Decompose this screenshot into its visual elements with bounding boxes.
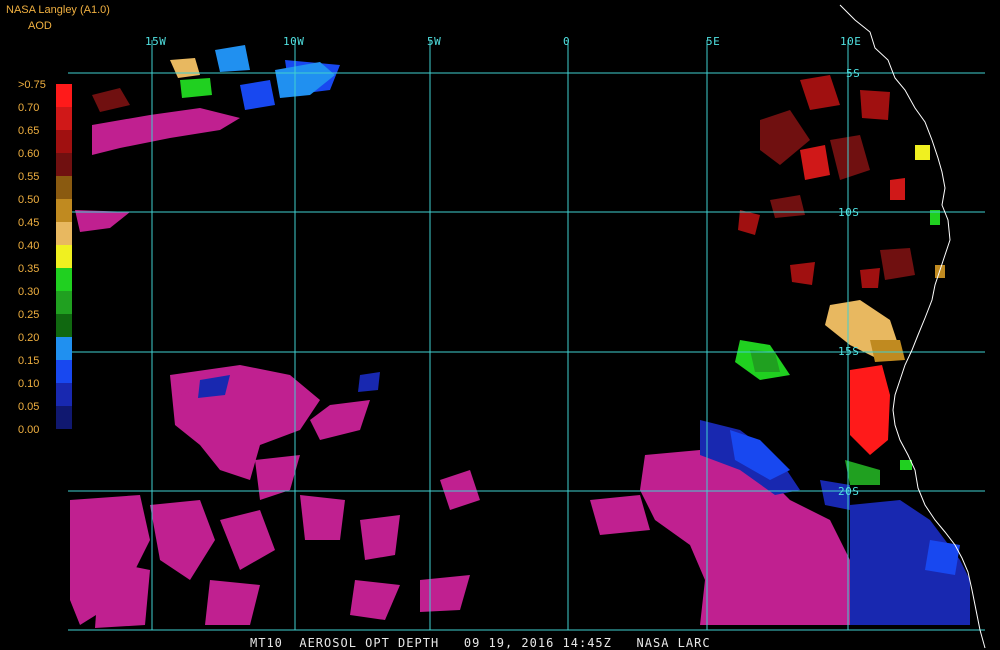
legend-label: >0.75 [18, 79, 46, 91]
legend-swatch [56, 337, 72, 360]
longitude-label: 10W [283, 35, 305, 48]
legend-label: 0.50 [18, 194, 40, 206]
legend-swatch [56, 84, 72, 107]
legend-swatch [56, 360, 72, 383]
aod-map [0, 0, 1000, 650]
legend-swatch [56, 245, 72, 268]
legend-label: 0.60 [18, 148, 40, 160]
legend-label: 0.10 [18, 378, 40, 390]
longitude-label: 0 [563, 35, 571, 48]
legend-label: 0.70 [18, 102, 40, 114]
legend-label: 0.25 [18, 309, 40, 321]
legend-swatch [56, 268, 72, 291]
longitude-label: 5W [427, 35, 442, 48]
longitude-label: 10E [840, 35, 862, 48]
legend-swatch [56, 176, 72, 199]
longitude-label: 5E [706, 35, 721, 48]
legend-swatch [56, 314, 72, 337]
latitude-label: 15S [838, 345, 860, 358]
legend-label: 0.30 [18, 286, 40, 298]
legend-label: 0.65 [18, 125, 40, 137]
legend-swatch [56, 153, 72, 176]
latitude-label: 10S [838, 206, 860, 219]
header-product: AOD [28, 20, 52, 32]
legend-swatch [56, 291, 72, 314]
legend-label: 0.40 [18, 240, 40, 252]
legend-swatch [56, 199, 72, 222]
legend-swatch [56, 130, 72, 153]
latitude-label: 5S [846, 67, 861, 80]
legend-label: 0.35 [18, 263, 40, 275]
longitude-label: 15W [145, 35, 167, 48]
legend-swatch [56, 107, 72, 130]
header-title: NASA Langley (A1.0) [6, 4, 110, 16]
legend-label: 0.15 [18, 355, 40, 367]
legend-swatch [56, 406, 72, 429]
legend-label: 0.45 [18, 217, 40, 229]
legend-swatch [56, 222, 72, 245]
legend-label: 0.05 [18, 401, 40, 413]
legend-label: 0.55 [18, 171, 40, 183]
legend-swatch [56, 383, 72, 406]
legend-label: 0.00 [18, 424, 40, 436]
legend-label: 0.20 [18, 332, 40, 344]
footer-caption: MT10 AEROSOL OPT DEPTH 09 19, 2016 14:45… [250, 636, 711, 650]
latitude-label: 20S [838, 485, 860, 498]
